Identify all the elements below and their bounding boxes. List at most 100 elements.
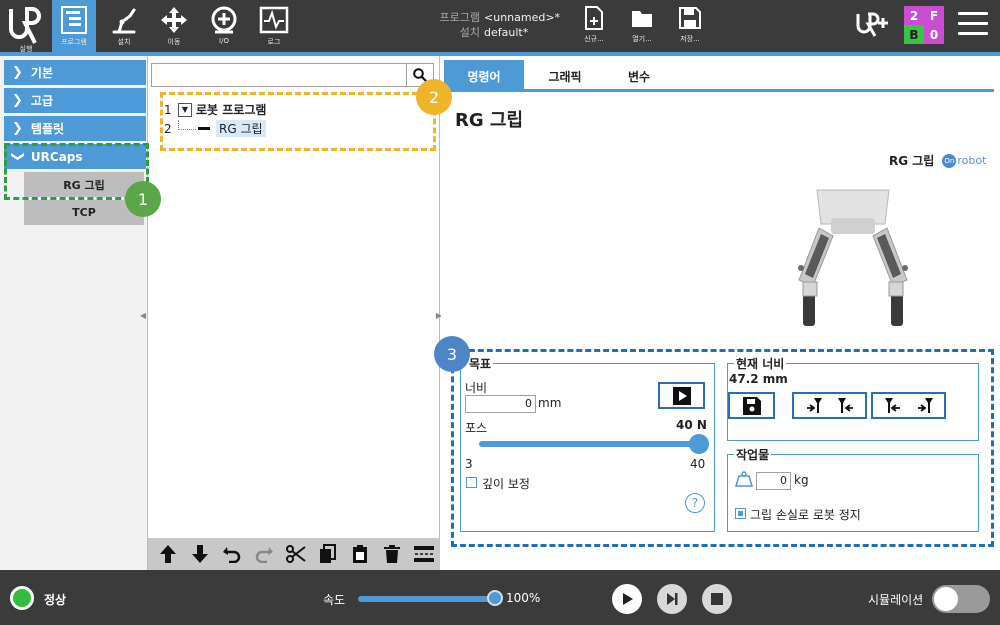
brand-header: RG 그립 On robot [889,152,986,169]
category-templates-label: 템플릿 [30,122,65,136]
move-up-button[interactable] [152,539,184,569]
paste-icon [353,545,367,563]
annotation-marker-3: 3 [434,336,470,372]
copy-icon [320,544,336,563]
new-program-label: 신규... [584,35,604,43]
simulation-label: 시뮬레이션 [868,593,924,607]
top-bar: 실행 프로그램 설치 이동 I/O 로그 프로그램 <unnamed>* 설치 … [0,0,1000,53]
onrobot-mark-icon: On [942,153,957,168]
simulation-toggle-knob [934,587,958,611]
open-program-button[interactable]: 열기... [622,6,662,50]
tab-graphics-label: 그래픽 [548,69,582,84]
status-cell-f: F [924,6,944,25]
stop-button[interactable] [702,584,732,614]
tree-search-input[interactable] [151,63,407,87]
play-button[interactable] [612,584,642,614]
undo-button[interactable] [216,539,248,569]
category-templates[interactable]: ❯ 템플릿 [4,116,146,141]
brand-label: RG 그립 [889,154,935,168]
redo-button[interactable] [248,539,280,569]
open-folder-icon [632,11,652,27]
robot-status-grid[interactable]: 2 F B 0 [904,6,944,44]
tab-command-label: 명령어 [467,69,501,84]
simulation-toggle[interactable] [932,585,990,613]
ur-plus-icon[interactable] [856,12,890,38]
save-icon [679,7,701,29]
chevron-right-icon: ❯ [12,93,23,108]
speed-label: 속도 [323,593,346,607]
category-advanced[interactable]: ❯ 고급 [4,88,146,113]
tab-variables-label: 변수 [627,69,651,84]
move-down-button[interactable] [184,539,216,569]
delete-button[interactable] [376,539,408,569]
log-icon [259,6,289,34]
arrow-up-icon [160,545,176,563]
nav-move-label: 이동 [167,38,181,46]
program-key: 프로그램 [439,11,480,24]
nav-move[interactable]: 이동 [152,0,196,52]
nav-installation[interactable]: 설치 [102,0,146,52]
urcap-item-tcp-label: TCP [72,206,96,219]
annotation-marker-2: 2 [416,79,452,115]
speed-slider-track[interactable] [358,596,496,602]
move-icon [161,7,187,33]
chevron-right-icon: ❯ [12,65,23,80]
onrobot-logo-text: robot [957,154,987,167]
nav-program[interactable]: 프로그램 [52,0,96,52]
gripper-image [798,189,908,326]
sidebar-collapse-handle[interactable]: ◀ [138,308,148,322]
nav-log-label: 로그 [267,38,281,46]
status-cell-2: 2 [904,6,924,25]
nav-run[interactable]: 실행 [4,0,48,53]
tree-toolbar [148,538,440,570]
category-advanced-label: 고급 [30,94,53,108]
suppress-icon [414,546,434,562]
annotation-box-3 [451,349,994,547]
annotation-marker-1: 1 [125,181,161,217]
bottom-bar: 정상 속도 100% 시뮬레이션 [0,570,1000,625]
arrow-down-icon [192,545,208,563]
installation-icon [112,8,136,34]
robot-status-text: 정상 [44,593,67,607]
onrobot-logo: On robot [942,153,987,168]
cut-button[interactable] [280,539,312,569]
redo-icon [255,547,273,563]
copy-button[interactable] [312,539,344,569]
nav-io[interactable]: I/O [202,0,246,52]
program-name: <unnamed>* [484,11,561,24]
tab-variables[interactable]: 변수 [603,60,675,92]
status-cell-0: 0 [924,25,944,44]
robot-status-led-icon[interactable] [10,586,34,610]
tab-command[interactable]: 명령어 [444,60,524,92]
command-sidebar: ❯ 기본 ❯ 고급 ❯ 템플릿 ❯ URCaps RG 그립 TCP ◀ [0,56,148,570]
category-basic[interactable]: ❯ 기본 [4,60,146,85]
new-program-button[interactable]: 신규... [574,6,614,50]
speed-value: 100% [506,591,541,605]
new-file-icon [585,6,603,30]
search-icon [413,68,427,82]
suppress-button[interactable] [408,539,440,569]
node-title: RG 그립 [455,110,524,131]
open-program-label: 열기... [632,35,652,43]
hamburger-menu-icon[interactable] [958,12,988,38]
status-cell-b: B [904,25,924,44]
installation-name: default* [484,26,529,39]
io-icon [211,6,237,34]
nav-program-label: 프로그램 [61,38,87,46]
play-icon [623,593,633,605]
save-program-button[interactable]: 저장... [670,6,710,50]
nav-installation-label: 설치 [117,38,131,46]
category-basic-label: 기본 [30,66,53,80]
paste-button[interactable] [344,539,376,569]
scissors-icon [286,545,306,563]
tab-graphics[interactable]: 그래픽 [527,60,603,92]
step-icon [667,593,678,605]
detail-tabs: 명령어 그래픽 변수 [441,60,994,92]
program-info: 프로그램 <unnamed>* 설치 default* [428,10,561,40]
nav-log[interactable]: 로그 [252,0,296,52]
save-program-label: 저장... [680,35,700,43]
speed-slider-knob[interactable] [487,590,503,606]
annotation-box-2 [160,92,436,151]
step-button[interactable] [657,584,687,614]
trash-icon [384,545,400,563]
